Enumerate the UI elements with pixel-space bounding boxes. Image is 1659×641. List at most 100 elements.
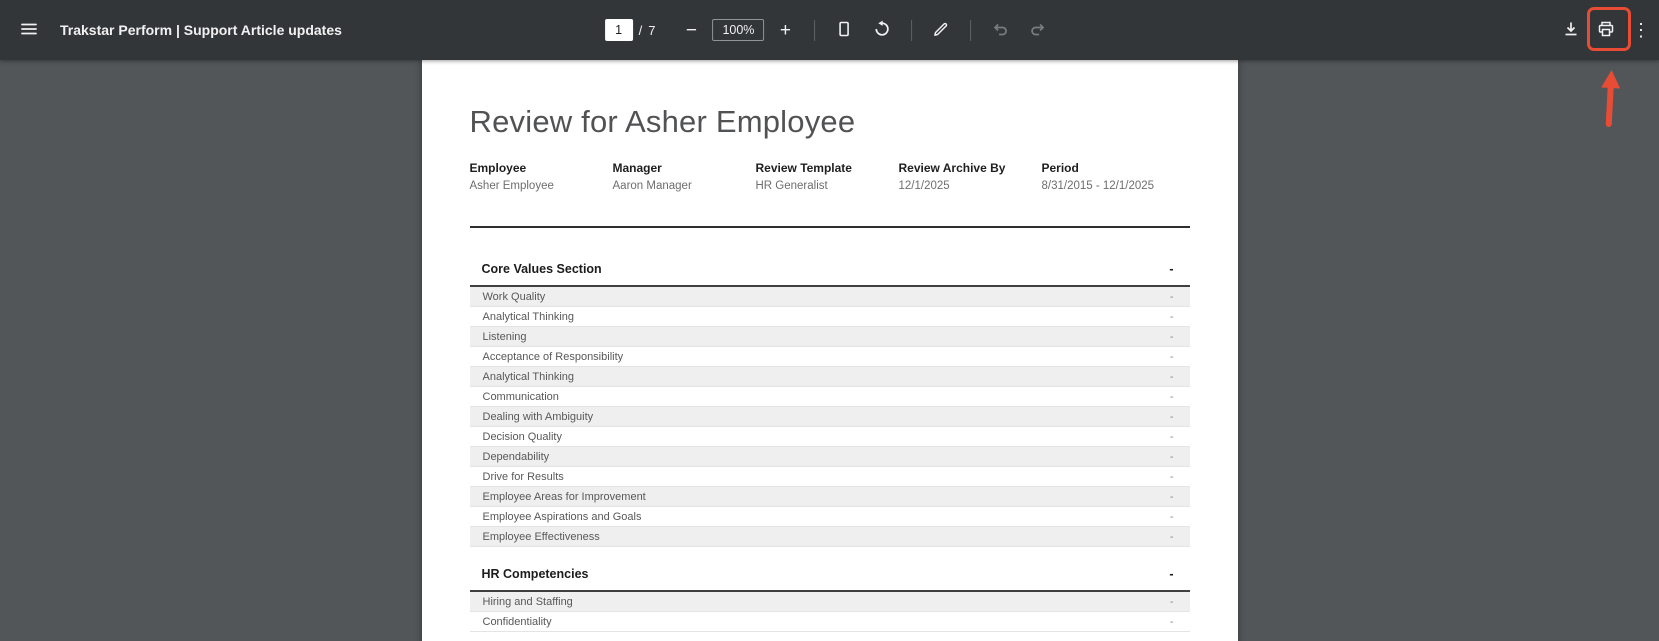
section-title: Core Values Section [481,262,602,276]
toolbar-center: / 7 − 100% + [604,14,1055,46]
pdf-page: Review for Asher Employee Employee Asher… [421,60,1238,641]
fit-page-icon [835,20,853,41]
undo-icon [991,20,1009,41]
download-icon [1562,20,1580,41]
row-value: - [1169,510,1174,523]
row-value: - [1169,470,1174,483]
meta-label: Review Archive By [898,161,1006,175]
annotate-button[interactable] [925,14,957,46]
row-label: Dependability [482,450,550,463]
row-label: Employee Areas for Improvement [482,490,646,503]
undo-button[interactable] [984,14,1016,46]
rotate-button[interactable] [866,14,898,46]
section-rows: Work Quality - Analytical Thinking - Lis… [469,287,1190,547]
review-item-row: Drive for Results - [469,467,1190,487]
row-value: - [1169,390,1174,403]
row-value: - [1169,615,1174,628]
zoom-in-icon: + [779,19,791,41]
zoom-out-button[interactable]: − [675,14,707,46]
pdf-scroll-area[interactable]: Review for Asher Employee Employee Asher… [0,60,1659,641]
meta-field: Period 8/31/2015 - 12/1/2025 [1042,161,1155,192]
more-options-icon: ⋮ [1632,19,1650,40]
page-total: 7 [648,22,656,38]
meta-value: 8/31/2015 - 12/1/2025 [1041,180,1155,192]
page-number-input[interactable] [604,19,633,41]
section-hr-competencies: HR Competencies - Hiring and Staffing - … [469,567,1190,632]
row-value: - [1169,370,1174,383]
pdf-toolbar: Trakstar Perform | Support Article updat… [0,0,1659,60]
row-value: - [1169,530,1174,543]
meta-label: Manager [612,161,662,175]
row-value: - [1169,490,1174,503]
review-meta: Employee Asher Employee Manager Aaron Ma… [470,161,1190,192]
row-value: - [1169,350,1174,363]
meta-value: Aaron Manager [612,180,692,192]
review-item-row: Employee Effectiveness - [469,527,1190,547]
review-item-row: Employee Areas for Improvement - [469,487,1190,507]
review-item-row: Listening - [469,327,1190,347]
row-value: - [1169,450,1174,463]
print-button[interactable] [1590,14,1622,46]
review-item-row: Communication - [469,387,1190,407]
toolbar-divider [814,19,816,41]
meta-label: Employee [469,161,527,175]
zoom-level[interactable]: 100% [712,19,765,41]
document-title-bar: Trakstar Perform | Support Article updat… [60,22,342,38]
meta-value: Asher Employee [469,180,554,192]
meta-field: Review Archive By 12/1/2025 [899,161,1042,192]
row-label: Work Quality [482,290,546,303]
meta-field: Employee Asher Employee [470,161,613,192]
section-header: Core Values Section - [469,262,1190,287]
row-label: Listening [482,330,527,343]
review-item-row: Employee Aspirations and Goals - [469,507,1190,527]
row-value: - [1169,310,1174,323]
row-value: - [1169,430,1174,443]
row-label: Employee Effectiveness [482,530,600,543]
row-label: Communication [482,390,559,403]
review-item-row: Dependability - [469,447,1190,467]
review-item-row: Acceptance of Responsibility - [469,347,1190,367]
fit-page-button[interactable] [828,14,860,46]
meta-label: Period [1041,161,1079,175]
row-value: - [1169,290,1174,303]
review-item-row: Work Quality - [469,287,1190,307]
row-label: Analytical Thinking [482,310,575,323]
section-value: - [1169,567,1174,581]
section-rows: Hiring and Staffing - Confidentiality - [469,592,1190,632]
review-item-row: Analytical Thinking - [469,367,1190,387]
row-label: Confidentiality [482,615,552,628]
download-button[interactable] [1555,14,1587,46]
row-value: - [1169,330,1174,343]
meta-value: HR Generalist [755,180,828,192]
menu-button[interactable] [13,14,45,46]
section-value: - [1169,262,1174,276]
toolbar-divider [970,19,972,41]
redo-icon [1029,20,1047,41]
toolbar-divider [911,19,913,41]
page-separator: / [638,22,643,38]
more-options-button[interactable]: ⋮ [1625,14,1657,46]
review-item-row: Confidentiality - [469,612,1190,632]
zoom-in-button[interactable]: + [769,14,801,46]
row-label: Decision Quality [482,430,562,443]
row-value: - [1169,595,1174,608]
section-core-values: Core Values Section - Work Quality - Ana… [469,262,1190,547]
review-item-row: Hiring and Staffing - [469,592,1190,612]
row-label: Employee Aspirations and Goals [482,510,642,523]
toolbar-right: ⋮ [1555,14,1659,46]
pen-icon [932,20,950,41]
review-item-row: Analytical Thinking - [469,307,1190,327]
row-label: Analytical Thinking [482,370,575,383]
meta-field: Manager Aaron Manager [613,161,756,192]
redo-button[interactable] [1022,14,1054,46]
meta-field: Review Template HR Generalist [756,161,899,192]
row-label: Acceptance of Responsibility [482,350,624,363]
zoom-controls: − 100% + [675,14,801,46]
meta-value: 12/1/2025 [898,180,950,192]
row-label: Dealing with Ambiguity [482,410,594,423]
toolbar-left: Trakstar Perform | Support Article updat… [0,14,342,46]
header-divider [469,226,1190,228]
row-label: Drive for Results [482,470,564,483]
review-title: Review for Asher Employee [469,104,856,139]
row-label: Hiring and Staffing [482,595,573,608]
